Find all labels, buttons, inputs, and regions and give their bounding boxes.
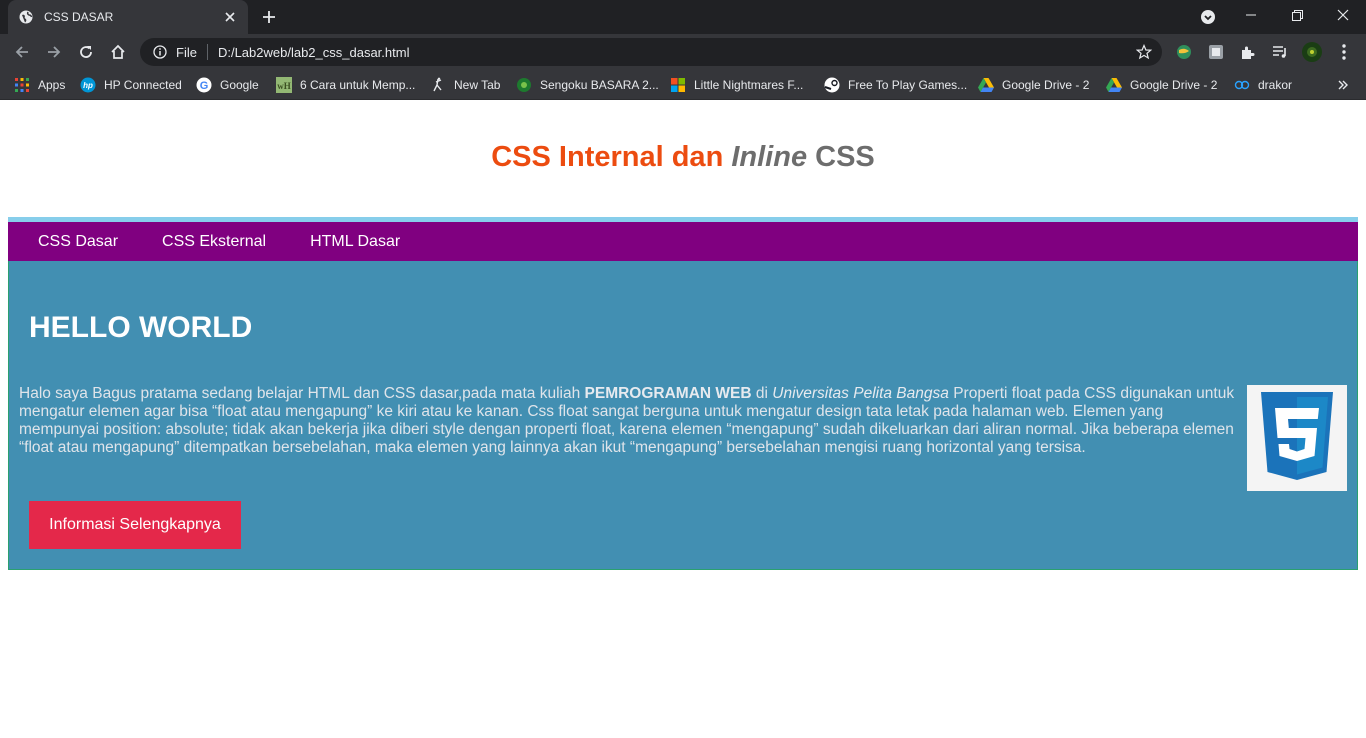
bookmark-little-nightmares[interactable]: Little Nightmares F... <box>670 75 803 95</box>
google-drive-icon <box>978 77 994 93</box>
bookmark-new-tab[interactable]: New Tab <box>430 75 500 95</box>
newtab-figure-icon <box>430 77 446 93</box>
tab-strip: CSS DASAR <box>0 0 1366 34</box>
web-page: CSS Internal dan Inline CSS CSS Dasar CS… <box>0 101 1366 738</box>
tab-title: CSS DASAR <box>44 10 114 24</box>
globe-icon <box>18 9 34 25</box>
css3-logo-icon <box>1261 392 1333 480</box>
tab-search-icon[interactable] <box>1196 5 1220 29</box>
info-icon[interactable] <box>152 44 168 60</box>
hero-text-italic: Universitas Pelita Bangsa <box>772 385 949 402</box>
hero-paragraph: Halo saya Bagus pratama sedang belajar H… <box>19 385 1235 457</box>
home-icon[interactable] <box>104 38 132 66</box>
apps-grid-icon <box>14 77 30 93</box>
bookmark-google[interactable]: G Google <box>196 75 259 95</box>
svg-text:hp: hp <box>83 81 93 90</box>
hp-icon: hp <box>80 77 96 93</box>
back-arrow-icon[interactable] <box>8 38 36 66</box>
hero-text-2: di <box>751 385 773 402</box>
profile-avatar-icon[interactable] <box>1300 40 1324 64</box>
address-url[interactable]: D:/Lab2web/lab2_css_dasar.html <box>218 45 1134 60</box>
close-window-icon[interactable] <box>1320 0 1366 30</box>
menu-kebab-icon[interactable] <box>1332 40 1356 64</box>
bookmark-6-cara[interactable]: wH 6 Cara untuk Memp... <box>276 75 415 95</box>
windows-icon <box>670 77 686 93</box>
google-icon: G <box>196 77 212 93</box>
restore-window-icon[interactable] <box>1274 0 1320 30</box>
page-title-part-1: CSS Internal dan <box>491 141 732 173</box>
more-info-button[interactable]: Informasi Selengkapnya <box>29 501 241 549</box>
svg-text:G: G <box>200 80 209 92</box>
css3-logo-image <box>1247 385 1347 491</box>
reload-icon[interactable] <box>72 38 100 66</box>
bookmark-hp-connected[interactable]: hp HP Connected <box>80 75 182 95</box>
browser-tab[interactable]: CSS DASAR <box>8 0 248 34</box>
nav-link-css-eksternal[interactable]: CSS Eksternal <box>162 233 266 251</box>
minimize-window-icon[interactable] <box>1228 0 1274 30</box>
hero-text-1: Halo saya Bagus pratama sedang belajar H… <box>19 385 585 402</box>
bookmark-google-drive-1[interactable]: Google Drive - 2 <box>978 75 1089 95</box>
wikihow-icon: wH <box>276 77 292 93</box>
close-tab-icon[interactable] <box>222 9 238 25</box>
bookmark-sengoku-basara[interactable]: Sengoku BASARA 2... <box>516 75 659 95</box>
address-divider <box>206 44 208 60</box>
hero-text-bold: PEMROGRAMAN WEB <box>584 385 752 402</box>
bookmark-free-to-play[interactable]: Free To Play Games... <box>824 75 967 95</box>
drakor-icon <box>1234 77 1250 93</box>
extensions-puzzle-icon[interactable] <box>1236 40 1260 64</box>
media-queue-icon[interactable] <box>1268 40 1292 64</box>
bookmark-apps[interactable]: Apps <box>14 75 65 95</box>
svg-text:wH: wH <box>277 81 291 91</box>
address-scheme-label: File <box>176 44 197 60</box>
hero-heading: HELLO WORLD <box>29 311 253 344</box>
game-icon <box>516 77 532 93</box>
bookmark-star-icon[interactable] <box>1134 42 1154 62</box>
google-drive-icon <box>1106 77 1122 93</box>
bookmark-drakor[interactable]: drakor <box>1234 75 1292 95</box>
steam-icon <box>824 77 840 93</box>
extension-globe-icon[interactable] <box>1172 40 1196 64</box>
page-title-part-2: Inline <box>731 141 808 173</box>
bookmarks-bar: Apps hp HP Connected G Google wH 6 Cara … <box>0 70 1366 100</box>
nav-link-html-dasar[interactable]: HTML Dasar <box>310 233 400 251</box>
extension-page-icon[interactable] <box>1204 40 1228 64</box>
forward-arrow-icon[interactable] <box>40 38 68 66</box>
page-title: CSS Internal dan Inline CSS <box>0 141 1366 174</box>
new-tab-button[interactable] <box>256 5 282 29</box>
address-bar[interactable]: File D:/Lab2web/lab2_css_dasar.html <box>140 38 1162 66</box>
bookmark-google-drive-2[interactable]: Google Drive - 2 <box>1106 75 1217 95</box>
hero-section: HELLO WORLD Halo saya Bagus pratama seda… <box>8 261 1358 570</box>
nav-link-css-dasar[interactable]: CSS Dasar <box>38 233 118 251</box>
main-nav: CSS Dasar CSS Eksternal HTML Dasar <box>8 217 1358 261</box>
page-title-part-3: CSS <box>807 141 875 173</box>
bookmarks-overflow-icon[interactable] <box>1332 74 1354 96</box>
